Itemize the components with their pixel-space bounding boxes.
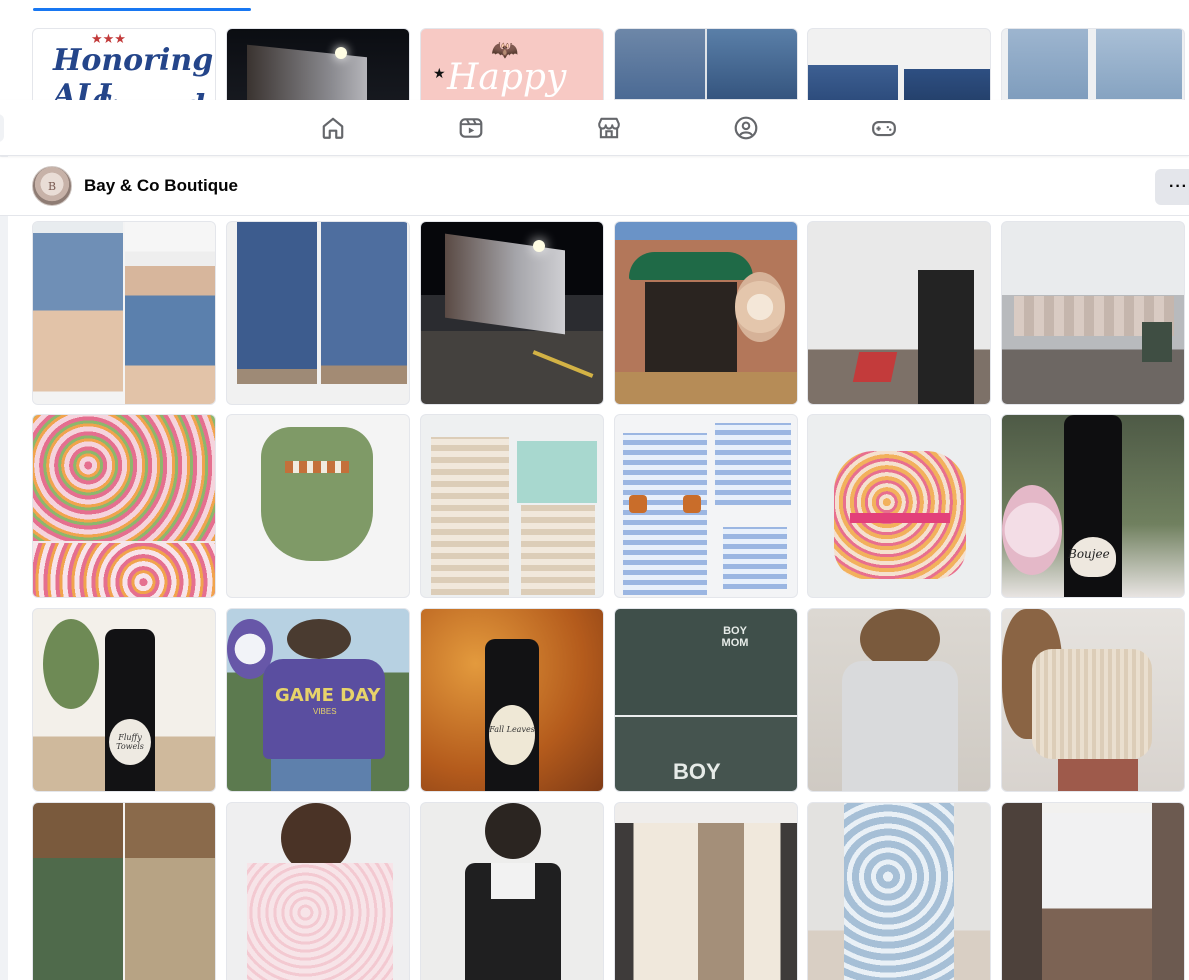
groups-icon [734, 116, 758, 140]
photo-tile[interactable]: GAME DAY VIBES [226, 608, 410, 792]
nav-video[interactable] [416, 100, 526, 156]
photo-tile[interactable]: Fall Leaves [420, 608, 604, 792]
nav-groups[interactable] [691, 100, 801, 156]
avatar-letter: B [47, 179, 57, 193]
photo-tile[interactable]: Boujee [1001, 414, 1185, 598]
photo-tile[interactable] [614, 802, 798, 980]
active-tab-indicator [33, 8, 251, 11]
more-options-button[interactable]: ··· [1155, 169, 1189, 205]
photo-tile[interactable] [807, 221, 991, 405]
nav-home[interactable] [278, 100, 388, 156]
boy-mom-text-1: BOY MOM [721, 625, 749, 649]
game-day-text: GAME DAY [275, 685, 381, 706]
top-thumb-shorts[interactable] [614, 28, 798, 100]
star-icon: ★ [433, 65, 446, 81]
photo-tile[interactable] [1001, 608, 1185, 792]
more-icon: ··· [1169, 178, 1188, 195]
fall-leaves-label: Fall Leaves [489, 725, 535, 734]
photo-tile[interactable] [226, 802, 410, 980]
top-thumb-honoring[interactable]: ★★★ Honoring ALL WHO Served [32, 28, 216, 100]
video-icon [459, 118, 483, 138]
page-header: B Bay & Co Boutique ··· [0, 157, 1189, 216]
photo-tile[interactable] [807, 414, 991, 598]
photo-tile[interactable] [226, 221, 410, 405]
marketplace-icon [598, 117, 620, 139]
top-thumb-trailer[interactable] [226, 28, 410, 100]
photo-tile[interactable] [807, 802, 991, 980]
photo-tile[interactable] [1001, 221, 1185, 405]
photo-tile[interactable] [614, 414, 798, 598]
photo-tile[interactable] [1001, 802, 1185, 980]
page-title[interactable]: Bay & Co Boutique [84, 176, 238, 196]
top-thumb-happy[interactable]: 🦇 ★ Happy [420, 28, 604, 100]
photo-grid: Boujee Fluffy Towels GAME DAY VIBES Fall… [0, 221, 1189, 980]
top-thumb-light-jeans[interactable] [1001, 28, 1185, 100]
photo-tile[interactable] [420, 802, 604, 980]
top-thumb-dark-shorts[interactable] [807, 28, 991, 100]
nav-gaming[interactable] [829, 100, 939, 156]
nav-marketplace[interactable] [554, 100, 664, 156]
photo-tile[interactable] [420, 414, 604, 598]
top-photo-strip: ★★★ Honoring ALL WHO Served 🦇 ★ Happy [0, 0, 1189, 100]
photo-tile[interactable] [420, 221, 604, 405]
game-day-sub: VIBES [313, 707, 337, 716]
photo-tile[interactable]: Fluffy Towels [32, 608, 216, 792]
gaming-icon [872, 120, 896, 137]
top-navigation-bar [0, 100, 1189, 156]
photo-tile[interactable] [32, 414, 216, 598]
boujee-label: Boujee [1068, 547, 1110, 561]
photo-tile[interactable] [32, 802, 216, 980]
page-avatar[interactable]: B [32, 166, 72, 206]
photo-tile[interactable] [226, 414, 410, 598]
photo-tile[interactable] [807, 608, 991, 792]
fluffy-label: Fluffy Towels [116, 733, 144, 751]
photo-tile[interactable]: BOY MOM BOY [614, 608, 798, 792]
boy-mom-text-2: BOY [673, 759, 721, 784]
happy-text: Happy [447, 57, 567, 98]
home-icon [322, 117, 344, 139]
photo-tile[interactable] [614, 221, 798, 405]
photo-tile[interactable] [32, 221, 216, 405]
facebook-page: ★★★ Honoring ALL WHO Served 🦇 ★ Happy [0, 0, 1189, 980]
served-text: Served [91, 89, 205, 100]
nav-edge [0, 114, 4, 142]
